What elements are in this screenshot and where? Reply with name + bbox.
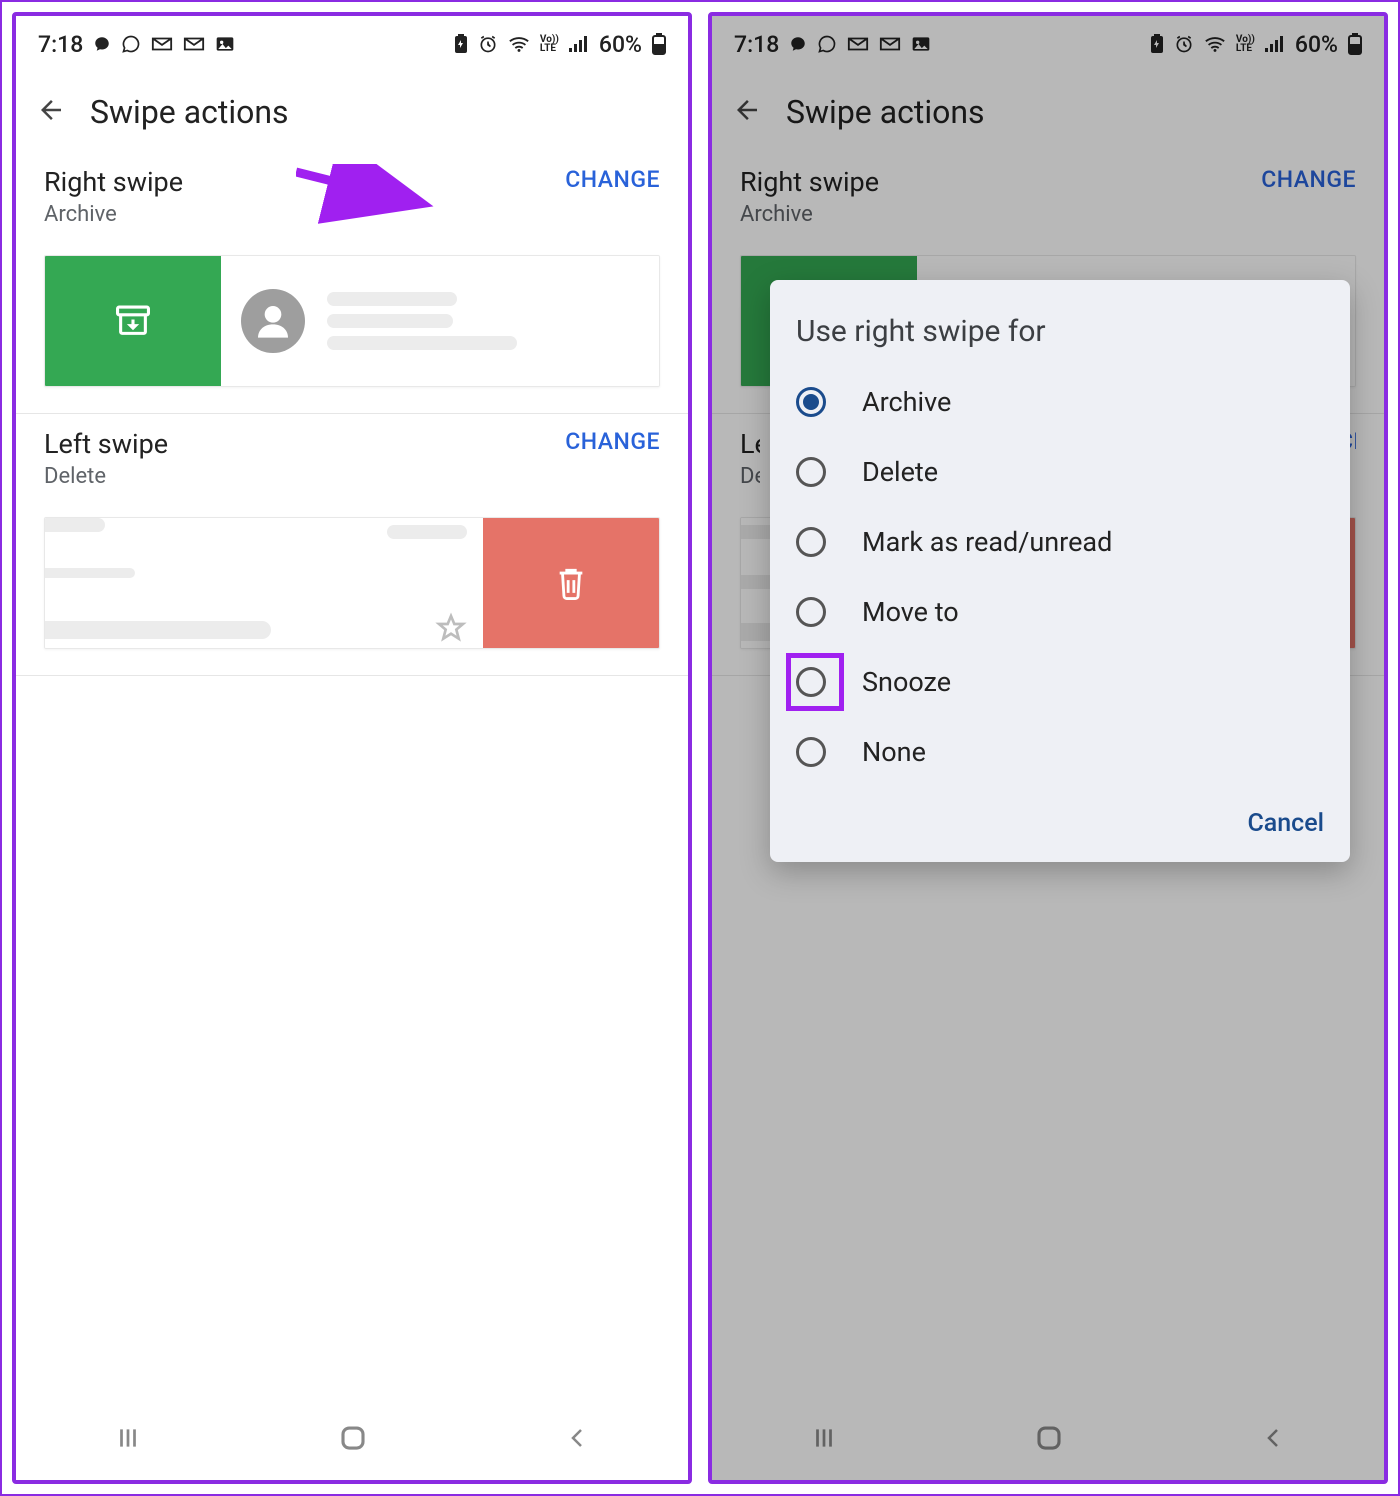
gmail-icon-2 (879, 36, 901, 52)
dialog-option-label: Delete (862, 456, 938, 488)
left-swipe-preview (44, 517, 660, 649)
left-swipe-subtitle: Delete (44, 464, 168, 489)
preview-lines (327, 284, 639, 358)
radio-icon (796, 387, 826, 417)
dialog-option-delete[interactable]: Delete (796, 437, 1324, 507)
dialog-option-label: Mark as read/unread (862, 526, 1112, 558)
swipe-action-dialog: Use right swipe for Archive Delete Mark as… (770, 280, 1350, 862)
battery-percent: 60% (599, 31, 642, 58)
right-swipe-subtitle: Archive (740, 202, 879, 227)
dialog-option-move-to[interactable]: Move to (796, 577, 1324, 647)
nav-home[interactable] (1034, 1423, 1064, 1457)
right-swipe-title: Right swipe (44, 166, 183, 198)
avatar-icon (241, 289, 305, 353)
signal-icon (1265, 36, 1285, 52)
signal-icon (569, 36, 589, 52)
radio-icon (796, 457, 826, 487)
annotation-highlight (786, 653, 844, 711)
nav-recents[interactable] (811, 1425, 837, 1455)
page-title: Swipe actions (90, 93, 289, 131)
back-button[interactable] (36, 95, 66, 129)
back-button[interactable] (732, 95, 762, 129)
dialog-option-mark-as-read-unread[interactable]: Mark as read/unread (796, 507, 1324, 577)
app-bar: Swipe actions (16, 72, 688, 152)
battery-icon (1348, 33, 1362, 55)
left-swipe-subtitle: Delete (740, 464, 760, 489)
chat-icon (789, 35, 807, 53)
left-swipe-section: Left swipe Delete CHANGE (16, 414, 688, 676)
nav-recents[interactable] (115, 1425, 141, 1455)
dialog-option-label: Archive (862, 386, 951, 418)
battery-percent: 60% (1295, 31, 1338, 58)
battery-saver-icon (1150, 34, 1164, 54)
nav-back[interactable] (1261, 1426, 1285, 1454)
dialog-option-snooze[interactable]: Snooze (796, 647, 1324, 717)
right-swipe-title: Right swipe (740, 166, 879, 198)
alarm-icon (1174, 34, 1194, 54)
volte-icon: Vo))LTE (1236, 35, 1255, 53)
wifi-icon (508, 35, 530, 53)
gmail-icon-2 (183, 36, 205, 52)
dialog-cancel-button[interactable]: Cancel (1247, 809, 1324, 838)
dialog-option-label: None (862, 736, 926, 768)
message-preview (221, 256, 659, 386)
star-icon (435, 612, 467, 648)
dialog-option-label: Move to (862, 596, 959, 628)
page-title: Swipe actions (786, 93, 985, 131)
radio-icon (796, 737, 826, 767)
status-time: 7:18 (38, 31, 83, 58)
phone-screenshot-left: 7:18 Vo))LTE 60% Swipe actions (12, 12, 692, 1484)
status-time: 7:18 (734, 31, 779, 58)
whatsapp-icon (817, 34, 837, 54)
android-navbar (16, 1400, 688, 1480)
phone-screenshot-right: 7:18 Vo))LTE 60% Swipe actions (708, 12, 1388, 1484)
image-icon (215, 35, 235, 53)
right-swipe-change-button[interactable]: CHANGE (565, 166, 660, 193)
right-swipe-preview (44, 255, 660, 387)
radio-icon (796, 527, 826, 557)
radio-icon (796, 597, 826, 627)
nav-home[interactable] (338, 1423, 368, 1457)
gmail-icon (847, 36, 869, 52)
swipe-action-archive (45, 256, 221, 386)
volte-icon: Vo))LTE (540, 35, 559, 53)
status-bar: 7:18 Vo))LTE 60% (712, 16, 1384, 72)
image-icon (911, 35, 931, 53)
alarm-icon (478, 34, 498, 54)
dialog-title: Use right swipe for (796, 314, 1324, 349)
android-navbar (712, 1400, 1384, 1480)
battery-saver-icon (454, 34, 468, 54)
swipe-action-delete (483, 518, 659, 648)
dialog-option-archive[interactable]: Archive (796, 367, 1324, 437)
left-swipe-title: Left swipe (44, 428, 168, 460)
message-preview-left (45, 518, 483, 648)
nav-back[interactable] (565, 1426, 589, 1454)
chat-icon (93, 35, 111, 53)
dialog-option-none[interactable]: None (796, 717, 1324, 787)
right-swipe-section: Right swipe Archive CHANGE (16, 152, 688, 414)
status-bar: 7:18 Vo))LTE 60% (16, 16, 688, 72)
battery-icon (652, 33, 666, 55)
whatsapp-icon (121, 34, 141, 54)
gmail-icon (151, 36, 173, 52)
wifi-icon (1204, 35, 1226, 53)
right-swipe-subtitle: Archive (44, 202, 183, 227)
left-swipe-title: Left swipe (740, 428, 760, 460)
dialog-option-label: Snooze (862, 666, 951, 698)
app-bar: Swipe actions (712, 72, 1384, 152)
left-swipe-change-button[interactable]: CHANGE (565, 428, 660, 455)
right-swipe-change-button[interactable]: CHANGE (1261, 166, 1356, 193)
